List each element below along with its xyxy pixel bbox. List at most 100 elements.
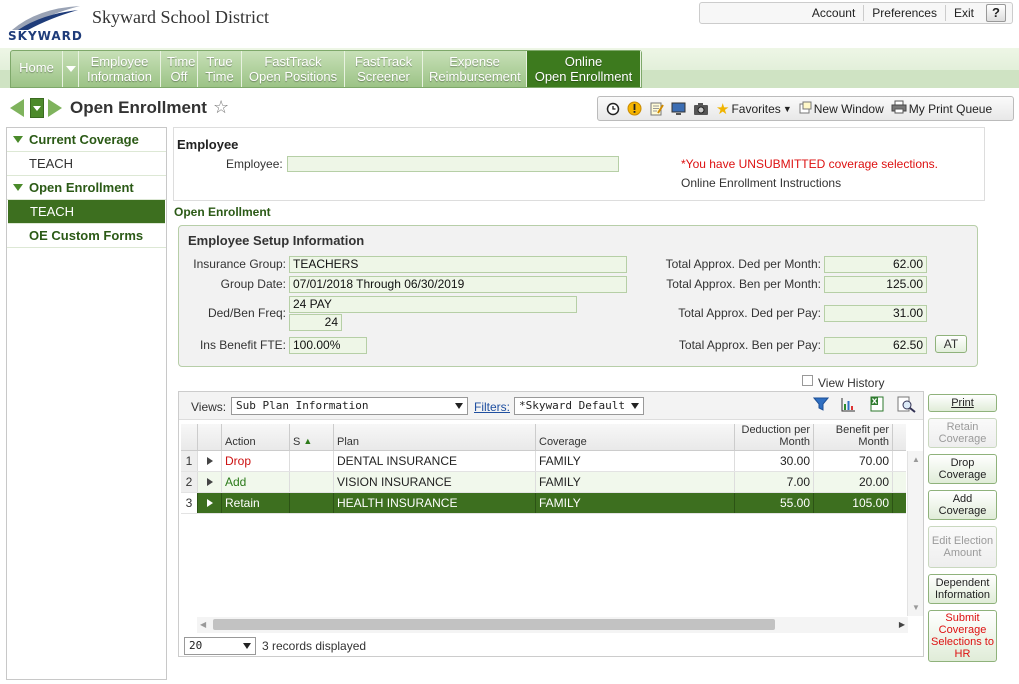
history-dropdown[interactable] <box>30 98 44 118</box>
alert-icon[interactable] <box>627 101 642 116</box>
header-action[interactable]: Action <box>222 424 290 450</box>
edit-election-amount-button[interactable]: Edit Election Amount <box>928 526 997 568</box>
notes-icon[interactable] <box>649 101 664 116</box>
group-date-label: Group Date: <box>220 277 286 291</box>
nav-tab-line1: FastTrack <box>354 54 413 69</box>
row-s <box>290 472 334 492</box>
scroll-up-icon[interactable]: ▲ <box>912 455 920 464</box>
filter-icon[interactable] <box>812 397 830 416</box>
employee-heading: Employee <box>177 137 239 152</box>
nav-tab-line2: Open Enrollment <box>534 69 633 84</box>
views-select[interactable]: Sub Plan Information <box>231 397 468 415</box>
print-queue-button[interactable]: My Print Queue <box>891 100 992 117</box>
district-name: Skyward School District <box>92 7 269 27</box>
filters-select-value: *Skyward Default <box>519 399 625 412</box>
excel-export-icon[interactable] <box>869 396 885 416</box>
nav-tab-true-time[interactable]: True Time <box>198 51 242 87</box>
submit-coverage-button[interactable]: Submit Coverage Selections to HR <box>928 610 997 662</box>
nav-tab-line1: Online <box>564 54 603 69</box>
scroll-right-icon[interactable]: ▶ <box>899 620 905 629</box>
views-select-value: Sub Plan Information <box>236 399 369 412</box>
dependent-information-button[interactable]: Dependent Information <box>928 574 997 604</box>
nav-tab-line1: Time <box>167 54 196 69</box>
chevron-down-icon <box>33 106 41 111</box>
nav-tab-fasttrack-open-positions[interactable]: FastTrack Open Positions <box>242 51 345 87</box>
header-coverage[interactable]: Coverage <box>536 424 735 450</box>
forward-arrow-icon[interactable] <box>48 99 62 117</box>
print-button[interactable]: Print <box>928 394 997 412</box>
nav-tab-online-open-enrollment[interactable]: Online Open Enrollment <box>527 51 641 87</box>
ded-month-label: Total Approx. Ded per Month: <box>665 257 821 271</box>
sidebar-item-oe-custom-forms[interactable]: OE Custom Forms <box>7 224 166 248</box>
row-coverage: FAMILY <box>536 451 735 471</box>
filters-link[interactable]: Filters: <box>474 400 510 414</box>
insurance-group-label: Insurance Group: <box>193 257 286 271</box>
vertical-scrollbar[interactable]: ▲ ▼ <box>907 451 923 616</box>
expand-arrow-icon <box>206 457 213 465</box>
sidebar: Current Coverage TEACH Open Enrollment T… <box>6 127 167 680</box>
sidebar-item-oe-teach[interactable]: TEACH <box>8 200 165 224</box>
chevron-down-icon <box>455 403 463 409</box>
page-title: Open Enrollment <box>70 98 207 117</box>
open-enrollment-heading: Open Enrollment <box>174 205 271 219</box>
new-window-button[interactable]: New Window <box>799 101 884 117</box>
enrollment-instructions-link[interactable]: Online Enrollment Instructions <box>681 176 841 190</box>
sidebar-current-coverage[interactable]: Current Coverage <box>7 128 166 152</box>
row-expand-icon[interactable] <box>198 472 222 492</box>
add-coverage-button[interactable]: Add Coverage <box>928 490 997 520</box>
expand-arrow-icon <box>206 499 213 507</box>
table-row[interactable]: 1 Drop DENTAL INSURANCE FAMILY 30.00 70.… <box>181 451 906 472</box>
new-window-icon <box>799 101 812 117</box>
table-row-selected[interactable]: 3 Retain HEALTH INSURANCE FAMILY 55.00 1… <box>181 493 906 514</box>
preferences-link[interactable]: Preferences <box>863 5 945 21</box>
back-arrow-icon[interactable] <box>10 99 24 117</box>
nav-tab-employee-information[interactable]: Employee Information <box>79 51 161 87</box>
at-button[interactable]: AT <box>935 335 967 353</box>
ded-pay-label: Total Approx. Ded per Pay: <box>678 306 821 320</box>
nav-home[interactable]: Home <box>11 51 63 87</box>
caret-down-icon: ▼ <box>782 103 792 114</box>
row-expand-icon[interactable] <box>198 451 222 471</box>
row-coverage: FAMILY <box>536 472 735 492</box>
camera-icon[interactable] <box>693 102 709 116</box>
nav-tab-expense-reimbursement[interactable]: Expense Reimbursement <box>423 51 527 87</box>
header-s[interactable]: S ▲ <box>290 424 334 450</box>
print-preview-icon[interactable] <box>897 396 917 417</box>
sort-ascending-icon: ▲ <box>303 436 313 446</box>
expand-triangle-icon <box>13 184 23 191</box>
exit-link[interactable]: Exit <box>944 5 982 21</box>
scroll-down-icon[interactable]: ▼ <box>912 603 920 612</box>
row-expand-icon[interactable] <box>198 493 222 513</box>
row-coverage: FAMILY <box>536 493 735 513</box>
nav-home-dropdown[interactable] <box>63 51 79 87</box>
help-button[interactable]: ? <box>986 4 1006 22</box>
filters-select[interactable]: *Skyward Default <box>514 397 644 415</box>
page-size-value: 20 <box>189 639 203 652</box>
drop-coverage-button[interactable]: Drop Coverage <box>928 454 997 484</box>
scroll-left-icon[interactable]: ◀ <box>200 620 206 629</box>
view-history-checkbox[interactable] <box>802 375 813 386</box>
favorites-menu[interactable]: ★ Favorites ▼ <box>716 100 792 118</box>
ded-ben-number-field: 24 <box>289 314 342 331</box>
ben-month-label: Total Approx. Ben per Month: <box>666 277 821 291</box>
header-plan[interactable]: Plan <box>334 424 536 450</box>
sidebar-open-enrollment[interactable]: Open Enrollment <box>7 176 166 200</box>
nav-tab-time-off[interactable]: Time Off <box>161 51 198 87</box>
top-links-bar: Account Preferences Exit ? <box>699 2 1013 24</box>
account-link[interactable]: Account <box>804 5 863 21</box>
retain-coverage-button[interactable]: Retain Coverage <box>928 418 997 448</box>
monitor-icon[interactable] <box>671 102 686 116</box>
employee-field <box>287 156 619 172</box>
nav-tab-fasttrack-screener[interactable]: FastTrack Screener <box>345 51 423 87</box>
clock-icon[interactable] <box>606 102 620 116</box>
group-date-field: 07/01/2018 Through 06/30/2019 <box>289 276 627 293</box>
ben-pay-field: 62.50 <box>824 337 927 354</box>
header-deduction[interactable]: Deduction per Month <box>735 424 814 450</box>
header-benefit[interactable]: Benefit per Month <box>814 424 893 450</box>
sidebar-item-current-teach[interactable]: TEACH <box>7 152 166 176</box>
table-row[interactable]: 2 Add VISION INSURANCE FAMILY 7.00 20.00 <box>181 472 906 493</box>
chart-icon[interactable] <box>841 397 856 416</box>
favorite-star-icon[interactable]: ☆ <box>213 97 229 118</box>
horizontal-scroll-thumb[interactable] <box>213 619 775 630</box>
page-size-select[interactable]: 20 <box>184 637 256 655</box>
